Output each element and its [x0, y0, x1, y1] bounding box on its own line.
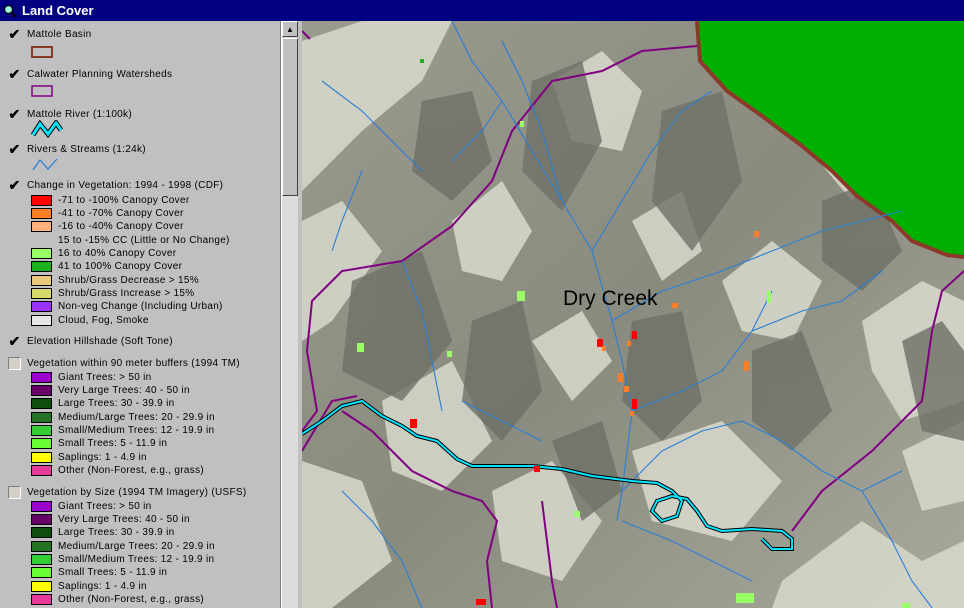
legend-item: Giant Trees: > 50 in — [31, 371, 152, 383]
scroll-thumb[interactable] — [282, 38, 298, 196]
map-label-dry-creek: Dry Creek — [563, 287, 658, 310]
layer-name: Mattole River (1:100k) — [27, 108, 132, 120]
check-icon[interactable]: ✔ — [8, 27, 21, 41]
check-icon[interactable]: ✔ — [8, 107, 21, 121]
legend-item: Very Large Trees: 40 - 50 in — [31, 513, 190, 525]
legend-item: Other (Non-Forest, e.g., grass) — [31, 464, 204, 476]
magnifier-icon — [3, 4, 17, 18]
stream-line-symbol — [31, 156, 61, 177]
table-of-contents: ✔ Mattole Basin ✔ Calwater Planning Wate… — [0, 21, 281, 608]
legend-item: Medium/Large Trees: 20 - 29.9 in — [31, 411, 215, 423]
map-canvas[interactable]: Dry Creek — [302, 21, 964, 608]
legend-item: Shrub/Grass Increase > 15% — [31, 287, 194, 299]
layer-elevation-hillshade[interactable]: ✔ Elevation Hillshade (Soft Tone) — [0, 333, 173, 349]
layer-rivers-streams[interactable]: ✔ Rivers & Streams (1:24k) — [0, 141, 146, 157]
layer-name: Vegetation by Size (1994 TM Imagery) (US… — [27, 486, 247, 498]
legend-item: 15 to -15% CC (Little or No Change) — [58, 234, 230, 246]
layer-calwater-watersheds[interactable]: ✔ Calwater Planning Watersheds — [0, 66, 172, 82]
window-title: Land Cover — [22, 3, 94, 18]
legend-item: Small/Medium Trees: 12 - 19.9 in — [31, 424, 214, 436]
toc-scrollbar[interactable]: ▲ — [281, 21, 298, 608]
legend-item: 16 to 40% Canopy Cover — [31, 247, 176, 259]
layer-vegetation-buffers[interactable]: Vegetation within 90 meter buffers (1994… — [0, 355, 240, 371]
legend-item: Small Trees: 5 - 11.9 in — [31, 437, 167, 449]
title-bar: Land Cover — [0, 0, 964, 21]
check-icon[interactable]: ✔ — [8, 334, 21, 348]
layer-mattole-basin[interactable]: ✔ Mattole Basin — [0, 26, 92, 42]
legend-item: -41 to -70% Canopy Cover — [31, 207, 184, 219]
legend-item: Large Trees: 30 - 39.9 in — [31, 526, 174, 538]
legend-item: Giant Trees: > 50 in — [31, 500, 152, 512]
layer-name: Vegetation within 90 meter buffers (1994… — [27, 357, 240, 369]
checkbox-unchecked[interactable] — [8, 485, 21, 499]
layer-name: Calwater Planning Watersheds — [27, 68, 173, 80]
map-view[interactable]: Dry Creek — [302, 21, 964, 608]
layer-mattole-river[interactable]: ✔ Mattole River (1:100k) — [0, 106, 132, 122]
legend-item: Saplings: 1 - 4.9 in — [31, 580, 147, 592]
legend-item: Small/Medium Trees: 12 - 19.9 in — [31, 553, 214, 565]
canopy-increase-pixel — [420, 59, 424, 63]
checkbox-unchecked[interactable] — [8, 356, 21, 370]
layer-name: Elevation Hillshade (Soft Tone) — [27, 335, 173, 347]
layer-name: Mattole Basin — [27, 28, 92, 40]
layer-name: Rivers & Streams (1:24k) — [27, 143, 146, 155]
layer-vegetation-by-size[interactable]: Vegetation by Size (1994 TM Imagery) (US… — [0, 484, 246, 500]
legend-item: Large Trees: 30 - 39.9 in — [31, 397, 174, 409]
check-icon[interactable]: ✔ — [8, 178, 21, 192]
legend-item: Medium/Large Trees: 20 - 29.9 in — [31, 540, 215, 552]
check-icon[interactable]: ✔ — [8, 142, 21, 156]
layer-change-in-vegetation[interactable]: ✔ Change in Vegetation: 1994 - 1998 (CDF… — [0, 177, 223, 193]
legend-item: -16 to -40% Canopy Cover — [31, 220, 184, 232]
up-arrow-icon[interactable]: ▲ — [282, 21, 298, 37]
legend-item: Very Large Trees: 40 - 50 in — [31, 384, 190, 396]
legend-item: Other (Non-Forest, e.g., grass) — [31, 593, 204, 605]
check-icon[interactable]: ✔ — [8, 67, 21, 81]
legend-item: Shrub/Grass Decrease > 15% — [31, 274, 199, 286]
layer-name: Change in Vegetation: 1994 - 1998 (CDF) — [27, 179, 224, 191]
watershed-outline-symbol — [31, 84, 53, 102]
legend-item: 41 to 100% Canopy Cover — [31, 260, 182, 272]
legend-item: Non-veg Change (Including Urban) — [31, 300, 223, 312]
basin-outline-symbol — [31, 45, 53, 63]
legend-item: -71 to -100% Canopy Cover — [31, 194, 189, 206]
legend-item: Cloud, Fog, Smoke — [31, 314, 149, 326]
river-line-symbol — [30, 118, 64, 143]
legend-item: Saplings: 1 - 4.9 in — [31, 451, 147, 463]
legend-item: Small Trees: 5 - 11.9 in — [31, 566, 167, 578]
